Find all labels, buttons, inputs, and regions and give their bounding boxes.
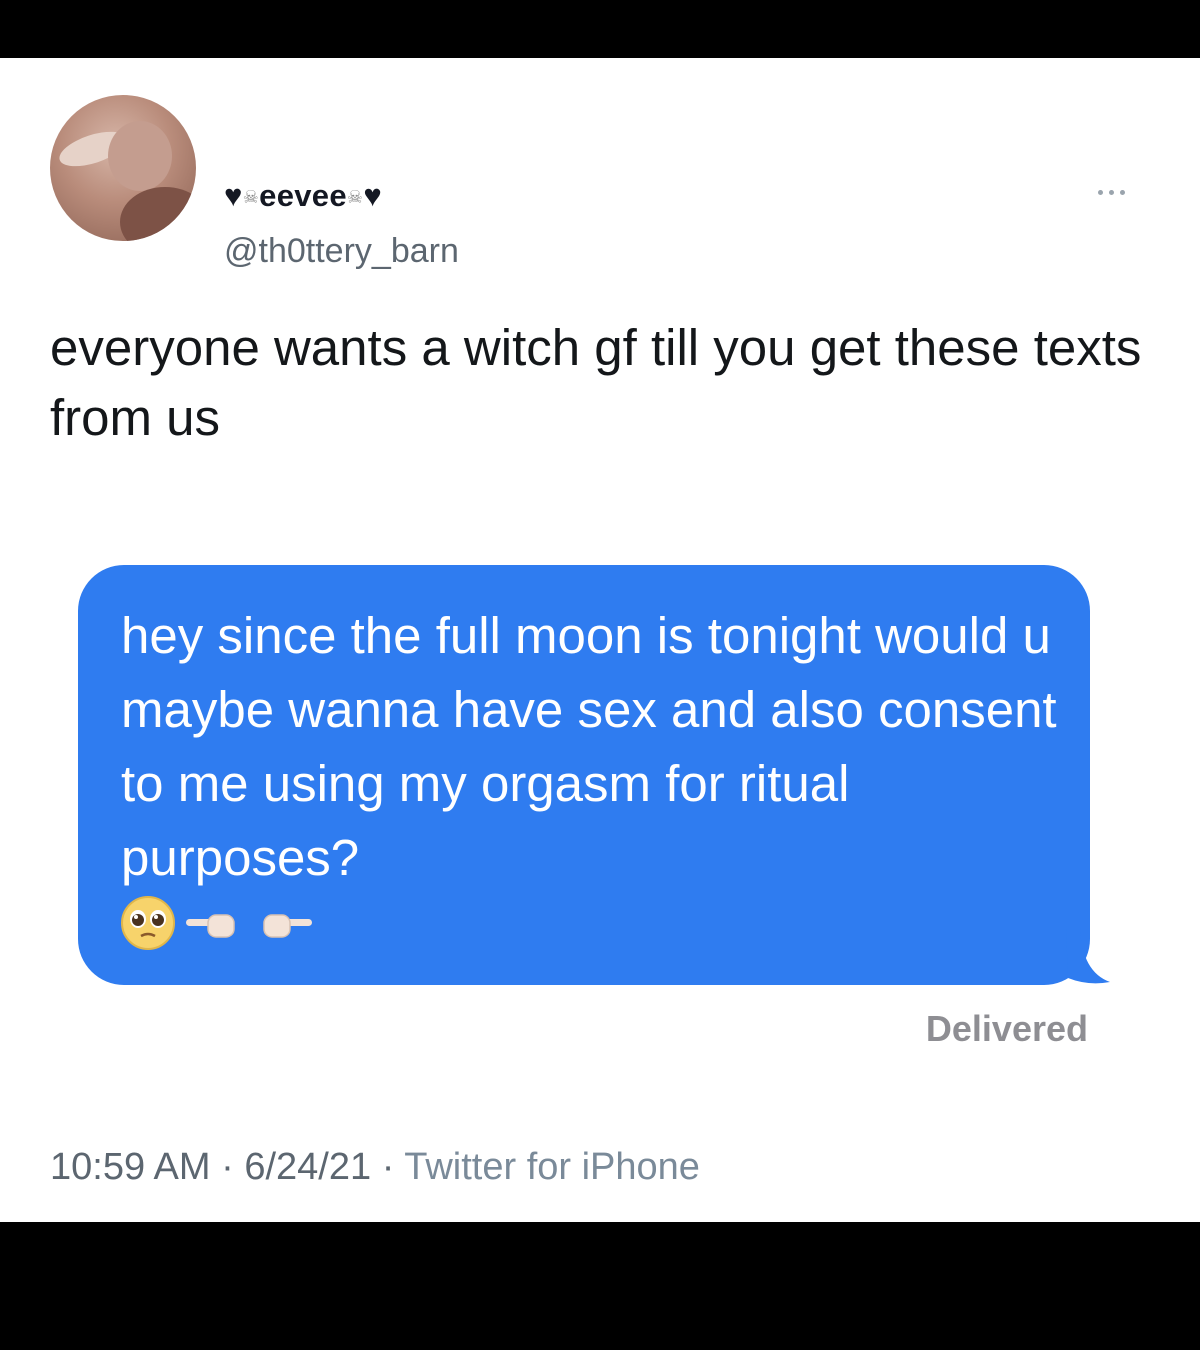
avatar[interactable] <box>50 95 196 241</box>
tweet-source[interactable]: Twitter for iPhone <box>404 1146 700 1188</box>
more-options-icon[interactable] <box>1098 186 1146 198</box>
delivery-status: Delivered <box>925 1008 1088 1049</box>
heart-icon: ♥ <box>224 178 243 213</box>
bottom-black-bar <box>0 1222 1200 1350</box>
meta-separator: · <box>221 1146 234 1188</box>
meta-separator: · <box>381 1146 395 1188</box>
top-black-bar <box>0 0 1200 58</box>
emoji-row <box>120 895 316 951</box>
heart-icon: ♥ <box>363 178 383 213</box>
display-name[interactable]: ♥☠eevee☠♥ <box>224 178 382 214</box>
skull-icon: ☠ <box>242 187 260 207</box>
tweet-date[interactable]: 6/24/21 <box>244 1146 371 1188</box>
bubble-tail <box>1066 928 1110 984</box>
finger-left-icon <box>186 914 235 938</box>
avatar-face <box>108 121 172 191</box>
tweet-text: everyone wants a witch gf till you get t… <box>50 319 1142 446</box>
avatar-shadow <box>120 187 196 241</box>
tweet-meta: 10:59 AM · 6/24/21 · Twitter for iPhone <box>50 1146 700 1189</box>
message-bubble: hey since the full moon is tonight would… <box>78 565 1090 985</box>
display-name-text: eevee <box>259 178 347 213</box>
message-text: hey since the full moon is tonight would… <box>121 607 1057 886</box>
pleading-face-icon <box>121 896 175 950</box>
skull-icon: ☠ <box>346 187 364 207</box>
finger-right-icon <box>263 914 312 938</box>
tweet-time[interactable]: 10:59 AM <box>50 1146 211 1188</box>
tweet-card: ♥☠eevee☠♥ @th0ttery_barn everyone wants … <box>0 58 1200 1222</box>
user-handle[interactable]: @th0ttery_barn <box>224 232 459 271</box>
